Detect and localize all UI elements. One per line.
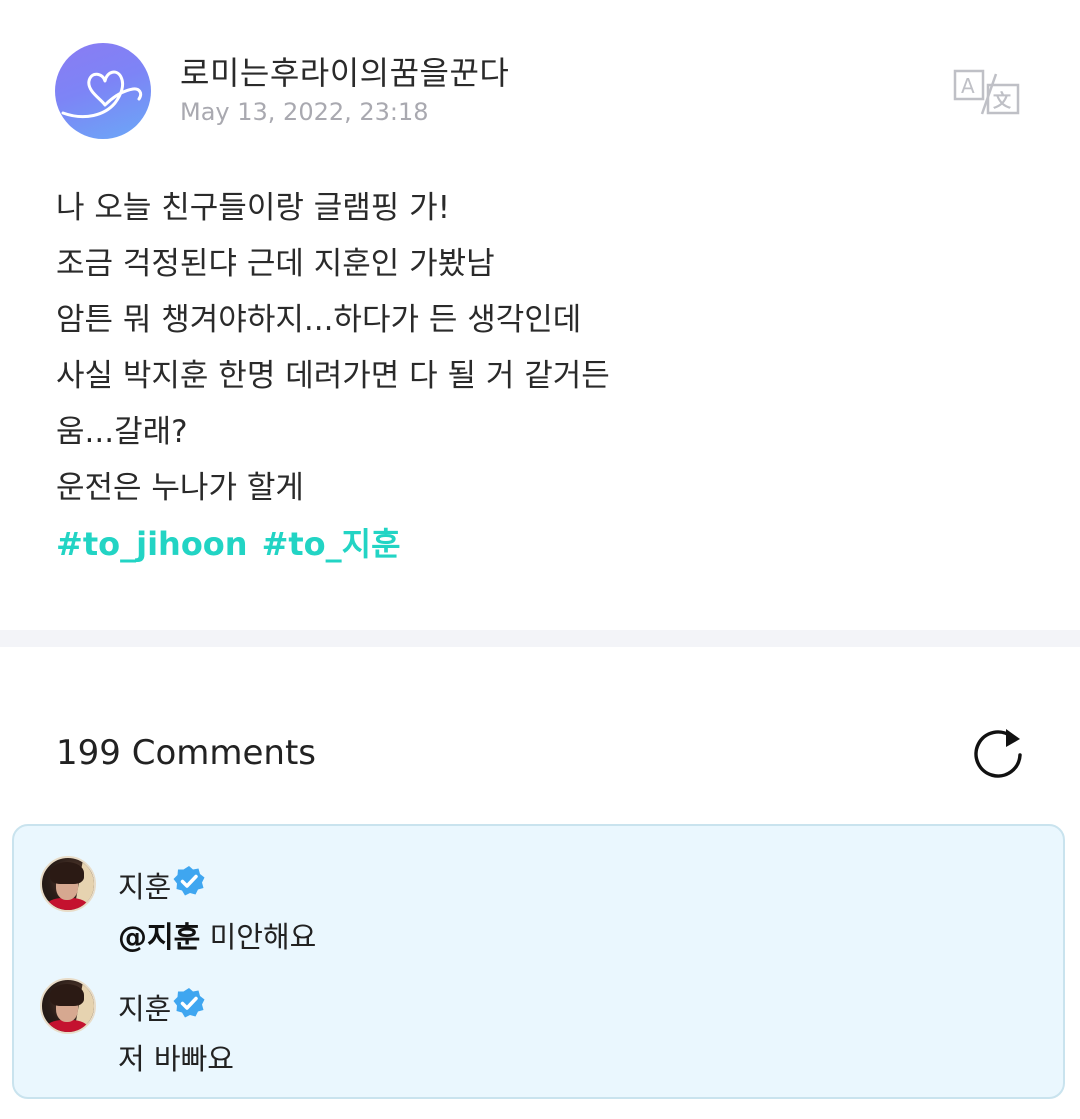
verified-badge-icon <box>173 988 205 1018</box>
commenter-name[interactable]: 지훈 <box>118 986 171 1028</box>
post-date: May 13, 2022, 23:18 <box>180 98 429 126</box>
svg-text:A: A <box>961 74 975 98</box>
comment-body: 미안해요 <box>200 920 317 954</box>
comment-mention[interactable]: @지훈 <box>118 920 200 954</box>
comment-item[interactable]: 지훈 저 바빠요 <box>14 974 1063 1094</box>
hashtag-list: #to_jihoon #to_지훈 <box>56 516 1036 573</box>
post-line: 나 오늘 친구들이랑 글램핑 가! <box>56 190 451 226</box>
translate-button[interactable]: A 文 <box>952 68 1022 118</box>
commenter-avatar[interactable] <box>40 856 96 912</box>
section-divider <box>0 630 1080 647</box>
author-name[interactable]: 로미는후라이의꿈을꾼다 <box>180 48 509 94</box>
translate-icon: A 文 <box>953 69 1020 115</box>
verified-badge-icon <box>173 866 205 896</box>
comments-count-title: 199 Comments <box>56 733 316 773</box>
commenter-name[interactable]: 지훈 <box>118 864 171 906</box>
comment-text: 저 바빠요 <box>118 1042 234 1076</box>
svg-text:文: 文 <box>993 90 1012 112</box>
highlighted-comments-panel: 지훈 @지훈 미안해요 지훈 저 바빠요 <box>12 824 1065 1099</box>
hashtag-to-jihoon-kr[interactable]: #to_지훈 <box>262 525 401 563</box>
comment-text: @지훈 미안해요 <box>118 914 316 956</box>
commenter-avatar[interactable] <box>40 978 96 1034</box>
author-avatar[interactable] <box>55 43 151 139</box>
refresh-button[interactable] <box>970 725 1030 781</box>
comment-item[interactable]: 지훈 @지훈 미안해요 <box>14 852 1063 972</box>
post-line: 운전은 누나가 할게 <box>56 470 304 506</box>
post-line: 조금 걱정된댜 근데 지훈인 가봤남 <box>56 246 495 282</box>
refresh-icon <box>974 729 1022 778</box>
post-body: 나 오늘 친구들이랑 글램핑 가! 조금 걱정된댜 근데 지훈인 가봤남 암튼 … <box>56 180 1036 573</box>
heart-doodle-icon <box>61 70 143 119</box>
post-line: 암튼 뭐 챙겨야하지...하다가 든 생각인데 <box>56 302 582 338</box>
post-line: 사실 박지훈 한명 데려가면 다 될 거 같거든 <box>56 358 610 394</box>
post-header: 로미는후라이의꿈을꾼다 May 13, 2022, 23:18 A 文 <box>0 0 1080 160</box>
hashtag-to-jihoon[interactable]: #to_jihoon <box>56 525 248 563</box>
post-line: 움...갈래? <box>56 414 188 450</box>
